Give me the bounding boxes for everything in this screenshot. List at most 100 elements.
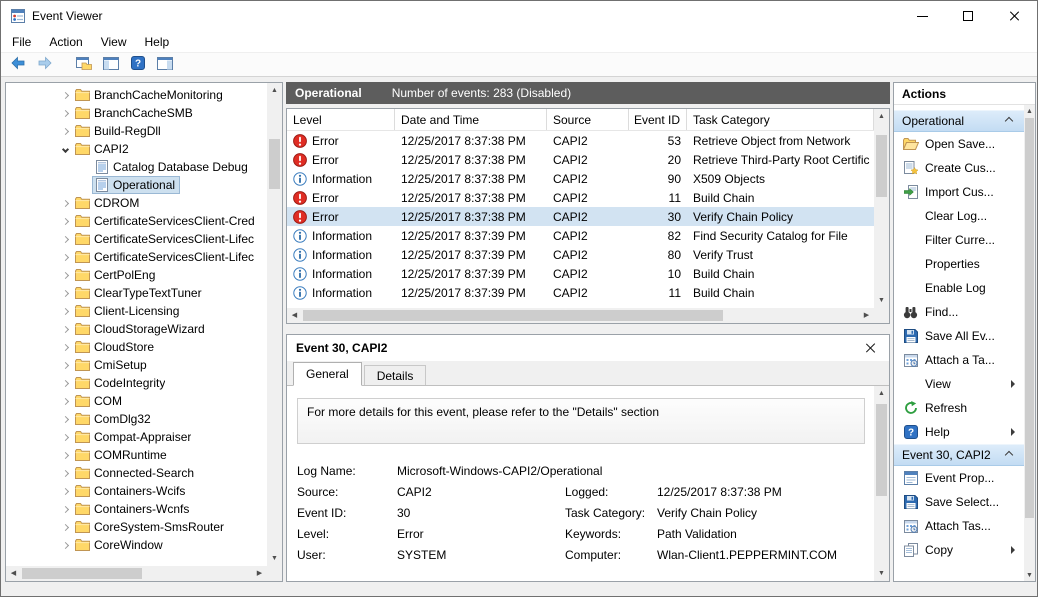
- action-copy[interactable]: Copy: [894, 538, 1024, 562]
- action-save-select[interactable]: Save Select...: [894, 490, 1024, 514]
- show-action-pane-button[interactable]: [153, 54, 176, 75]
- tree-hscroll-thumb[interactable]: [22, 568, 142, 579]
- tree-horizontal-scrollbar[interactable]: ◀ ▶: [6, 566, 267, 581]
- event-row[interactable]: Error12/25/2017 8:37:38 PMCAPI211Build C…: [287, 188, 874, 207]
- action-filter-curre[interactable]: Filter Curre...: [894, 228, 1024, 252]
- chevron-collapsed-icon[interactable]: [58, 93, 72, 98]
- chevron-collapsed-icon[interactable]: [58, 525, 72, 530]
- tree-item-containers-wcifs[interactable]: Containers-Wcifs: [6, 482, 267, 500]
- event-row[interactable]: Information12/25/2017 8:37:39 PMCAPI210B…: [287, 264, 874, 283]
- action-clear-log[interactable]: Clear Log...: [894, 204, 1024, 228]
- chevron-collapsed-icon[interactable]: [58, 201, 72, 206]
- help-button[interactable]: ?: [126, 54, 149, 75]
- scroll-down-icon[interactable]: ▼: [874, 293, 889, 308]
- action-attach-tas[interactable]: Attach Tas...: [894, 514, 1024, 538]
- detail-vscroll-thumb[interactable]: [876, 404, 887, 496]
- event-row[interactable]: Information12/25/2017 8:37:39 PMCAPI211B…: [287, 283, 874, 302]
- tree-item-comdlg32[interactable]: ComDlg32: [6, 410, 267, 428]
- event-row[interactable]: Error12/25/2017 8:37:38 PMCAPI230Verify …: [287, 207, 874, 226]
- action-attach-a-ta[interactable]: Attach a Ta...: [894, 348, 1024, 372]
- actions-scroll-thumb[interactable]: [1025, 118, 1034, 518]
- event-row[interactable]: Error12/25/2017 8:37:38 PMCAPI220Retriev…: [287, 150, 874, 169]
- chevron-collapsed-icon[interactable]: [58, 129, 72, 134]
- column-header-level[interactable]: Level: [287, 109, 395, 130]
- actions-group-header-operational[interactable]: Operational: [894, 110, 1024, 132]
- tree-item-certificateservicesclient-lifec[interactable]: CertificateServicesClient-Lifec: [6, 230, 267, 248]
- tree-item-capi2[interactable]: CAPI2: [6, 140, 267, 158]
- table-vscroll-thumb[interactable]: [876, 135, 887, 197]
- tree-vertical-scrollbar[interactable]: ▲ ▼: [267, 83, 282, 566]
- detail-close-button[interactable]: [860, 338, 880, 358]
- actions-group-header-event-30-capi2[interactable]: Event 30, CAPI2: [894, 444, 1024, 466]
- table-hscroll-thumb[interactable]: [303, 310, 723, 321]
- scroll-up-icon[interactable]: ▲: [874, 386, 889, 401]
- tree-item-cloudstore[interactable]: CloudStore: [6, 338, 267, 356]
- back-button[interactable]: [6, 54, 29, 75]
- tree-item-corewindow[interactable]: CoreWindow: [6, 536, 267, 554]
- tree-item-operational[interactable]: Operational: [6, 176, 267, 194]
- actions-scrollbar[interactable]: ▲ ▼: [1024, 105, 1035, 581]
- scroll-right-icon[interactable]: ▶: [859, 308, 874, 323]
- chevron-collapsed-icon[interactable]: [58, 381, 72, 386]
- menu-action[interactable]: Action: [40, 33, 91, 51]
- scroll-up-icon[interactable]: ▲: [267, 83, 282, 98]
- menu-file[interactable]: File: [3, 33, 40, 51]
- column-header-task-category[interactable]: Task Category: [687, 109, 874, 130]
- tree-item-connected-search[interactable]: Connected-Search: [6, 464, 267, 482]
- scroll-up-icon[interactable]: ▲: [874, 109, 889, 124]
- menu-help[interactable]: Help: [136, 33, 179, 51]
- maximize-button[interactable]: [945, 1, 991, 31]
- close-button[interactable]: [991, 1, 1037, 31]
- export-button[interactable]: [72, 54, 95, 75]
- tree-item-build-regdll[interactable]: Build-RegDll: [6, 122, 267, 140]
- chevron-collapsed-icon[interactable]: [58, 435, 72, 440]
- tree-item-cleartypetexttuner[interactable]: ClearTypeTextTuner: [6, 284, 267, 302]
- event-row[interactable]: Information12/25/2017 8:37:39 PMCAPI280V…: [287, 245, 874, 264]
- chevron-collapsed-icon[interactable]: [58, 309, 72, 314]
- chevron-collapsed-icon[interactable]: [58, 237, 72, 242]
- action-enable-log[interactable]: Enable Log: [894, 276, 1024, 300]
- action-help[interactable]: ?Help: [894, 420, 1024, 444]
- action-create-cus[interactable]: Create Cus...: [894, 156, 1024, 180]
- tree-item-codeintegrity[interactable]: CodeIntegrity: [6, 374, 267, 392]
- chevron-collapsed-icon[interactable]: [58, 273, 72, 278]
- scroll-right-icon[interactable]: ▶: [252, 566, 267, 581]
- scroll-left-icon[interactable]: ◀: [6, 566, 21, 581]
- forward-button[interactable]: [33, 54, 56, 75]
- chevron-collapsed-icon[interactable]: [58, 489, 72, 494]
- chevron-collapsed-icon[interactable]: [58, 543, 72, 548]
- chevron-collapsed-icon[interactable]: [58, 453, 72, 458]
- action-find[interactable]: Find...: [894, 300, 1024, 324]
- action-save-all-ev[interactable]: Save All Ev...: [894, 324, 1024, 348]
- tree-item-certificateservicesclient-cred[interactable]: CertificateServicesClient-Cred: [6, 212, 267, 230]
- table-vertical-scrollbar[interactable]: ▲ ▼: [874, 109, 889, 308]
- event-row[interactable]: Information12/25/2017 8:37:39 PMCAPI282F…: [287, 226, 874, 245]
- tree-item-certificateservicesclient-lifec[interactable]: CertificateServicesClient-Lifec: [6, 248, 267, 266]
- tree-item-cloudstoragewizard[interactable]: CloudStorageWizard: [6, 320, 267, 338]
- column-header-source[interactable]: Source: [547, 109, 629, 130]
- tree-item-coresystem-smsrouter[interactable]: CoreSystem-SmsRouter: [6, 518, 267, 536]
- chevron-collapsed-icon[interactable]: [58, 219, 72, 224]
- tree-item-compat-appraiser[interactable]: Compat-Appraiser: [6, 428, 267, 446]
- tree-item-branchcachesmb[interactable]: BranchCacheSMB: [6, 104, 267, 122]
- chevron-collapsed-icon[interactable]: [58, 399, 72, 404]
- action-import-cus[interactable]: Import Cus...: [894, 180, 1024, 204]
- tab-general[interactable]: General: [293, 362, 362, 386]
- action-view[interactable]: View: [894, 372, 1024, 396]
- column-header-date-and-time[interactable]: Date and Time: [395, 109, 547, 130]
- tree-item-client-licensing[interactable]: Client-Licensing: [6, 302, 267, 320]
- chevron-collapsed-icon[interactable]: [58, 417, 72, 422]
- tree-item-catalog-database-debug[interactable]: Catalog Database Debug: [6, 158, 267, 176]
- chevron-collapsed-icon[interactable]: [58, 327, 72, 332]
- action-properties[interactable]: Properties: [894, 252, 1024, 276]
- action-event-prop[interactable]: Event Prop...: [894, 466, 1024, 490]
- tree-item-cdrom[interactable]: CDROM: [6, 194, 267, 212]
- chevron-collapsed-icon[interactable]: [58, 111, 72, 116]
- tab-details[interactable]: Details: [364, 365, 427, 385]
- tree-item-cmisetup[interactable]: CmiSetup: [6, 356, 267, 374]
- scroll-left-icon[interactable]: ◀: [287, 308, 302, 323]
- scroll-down-icon[interactable]: ▼: [1024, 569, 1035, 581]
- action-open-save[interactable]: Open Save...: [894, 132, 1024, 156]
- scroll-up-icon[interactable]: ▲: [1024, 105, 1035, 117]
- minimize-button[interactable]: [899, 1, 945, 31]
